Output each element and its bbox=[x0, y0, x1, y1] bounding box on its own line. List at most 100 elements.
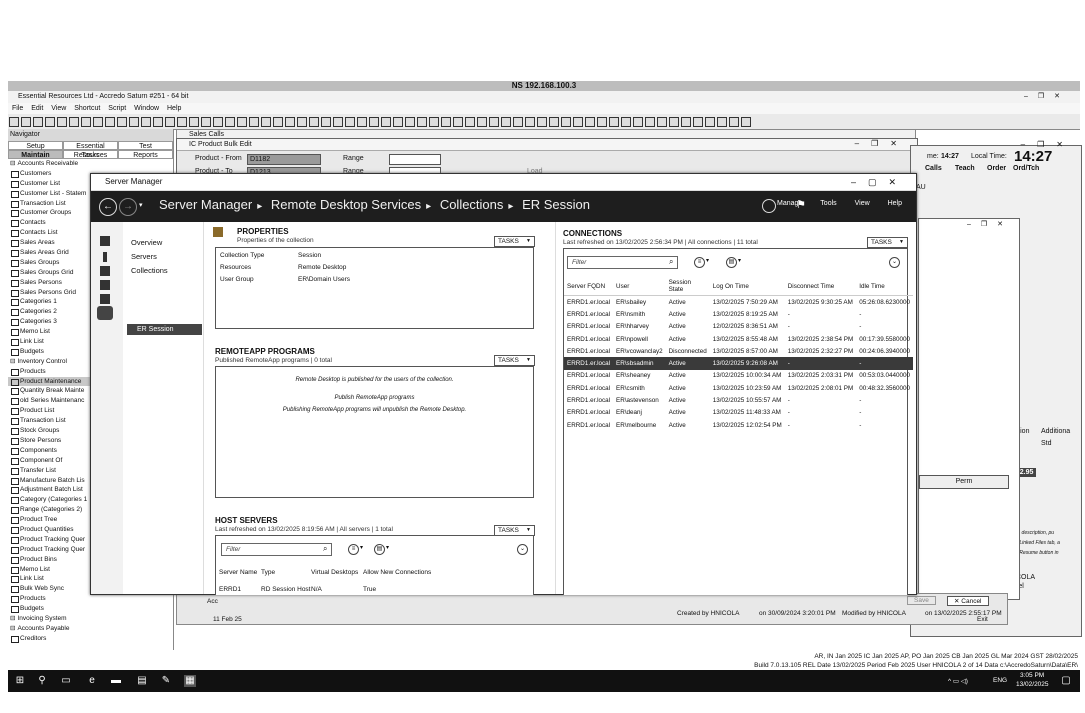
toolbar-button-icon[interactable] bbox=[165, 117, 175, 127]
toolbar-button-icon[interactable] bbox=[213, 117, 223, 127]
inner-window-controls[interactable]: –❐✕ bbox=[967, 220, 1013, 228]
connection-row[interactable]: ERRD1.er.local ER\csmith Active 13/02/2025 … bbox=[564, 382, 913, 394]
col-server-fqdn[interactable]: Server FQDN bbox=[564, 277, 614, 296]
file-explorer-icon[interactable]: ▬ bbox=[110, 675, 122, 687]
toolbar-button-icon[interactable] bbox=[417, 117, 427, 127]
toolbar-button-icon[interactable] bbox=[513, 117, 523, 127]
nav-collections[interactable]: Collections bbox=[131, 266, 168, 275]
toolbar-button-icon[interactable] bbox=[189, 117, 199, 127]
toolbar-button-icon[interactable] bbox=[201, 117, 211, 127]
toolbar-button-icon[interactable] bbox=[285, 117, 295, 127]
toolbar-button-icon[interactable] bbox=[453, 117, 463, 127]
nav-er-session[interactable]: ER Session bbox=[127, 324, 202, 335]
connections-group-dropdown-icon[interactable]: ▾ bbox=[738, 257, 741, 264]
toolbar-button-icon[interactable] bbox=[525, 117, 535, 127]
connections-tasks-button[interactable]: TASKS bbox=[867, 237, 908, 248]
host-group-dropdown-icon[interactable]: ▾ bbox=[386, 544, 389, 551]
toolbar-button-icon[interactable] bbox=[237, 117, 247, 127]
navigator-section[interactable]: Accounts Payable bbox=[8, 624, 173, 634]
toolbar-button-icon[interactable] bbox=[669, 117, 679, 127]
connection-row[interactable]: ERRD1.er.local ER\sbsadmin Active 13/02/202… bbox=[564, 357, 913, 370]
col-disconnect-time[interactable]: Disconnect Time bbox=[784, 277, 857, 296]
breadcrumb-collections[interactable]: Collections bbox=[440, 197, 504, 212]
tab-maintain[interactable]: Maintain bbox=[8, 150, 63, 159]
history-dropdown-icon[interactable]: ▾ bbox=[139, 201, 143, 209]
connections-expand-icon[interactable]: ⌄ bbox=[889, 257, 900, 268]
toolbar-button-icon[interactable] bbox=[609, 117, 619, 127]
toolbar-button-icon[interactable] bbox=[381, 117, 391, 127]
navigator-item[interactable]: Products bbox=[8, 594, 173, 604]
tab-essential-resources[interactable]: Essential Resources bbox=[63, 141, 118, 159]
toolbar-button-icon[interactable] bbox=[33, 117, 43, 127]
bulk-edit-window-controls[interactable]: –❐✕ bbox=[855, 139, 909, 148]
nav-servers[interactable]: Servers bbox=[131, 252, 157, 261]
toolbar-button-icon[interactable] bbox=[537, 117, 547, 127]
range-select[interactable] bbox=[389, 154, 441, 165]
navigator-section[interactable]: Invoicing System bbox=[8, 614, 173, 624]
connection-row[interactable]: ERRD1.er.local ER\vcowanclay2 Disconnected… bbox=[564, 345, 913, 357]
toolbar-button-icon[interactable] bbox=[225, 117, 235, 127]
navigator-section[interactable]: Accounts Receivable bbox=[8, 159, 173, 169]
toolbar-button-icon[interactable] bbox=[129, 117, 139, 127]
server-manager-taskbar-icon[interactable]: ▤ bbox=[136, 675, 148, 687]
toolbar-button-icon[interactable] bbox=[309, 117, 319, 127]
menu-script[interactable]: Script bbox=[108, 105, 126, 112]
toolbar-button-icon[interactable] bbox=[741, 117, 751, 127]
toolbar-button-icon[interactable] bbox=[117, 117, 127, 127]
toolbar-button-icon[interactable] bbox=[633, 117, 643, 127]
save-button[interactable]: Save bbox=[907, 596, 936, 605]
menu-help[interactable]: Help bbox=[167, 105, 181, 112]
connections-search-icon[interactable]: ⌕ bbox=[669, 257, 673, 267]
toolbar-button-icon[interactable] bbox=[729, 117, 739, 127]
toolbar-button-icon[interactable] bbox=[429, 117, 439, 127]
connection-row[interactable]: ERRD1.er.local ER\deanj Active 13/02/2025 1… bbox=[564, 407, 913, 419]
product-from-field[interactable]: D1182 bbox=[247, 154, 321, 165]
remoteapp-tasks-button[interactable]: TASKS bbox=[494, 355, 535, 366]
toolbar-button-icon[interactable] bbox=[657, 117, 667, 127]
menu-tools[interactable]: Tools bbox=[820, 200, 836, 207]
menu-manage[interactable]: Manage bbox=[777, 200, 802, 207]
connections-filter-input[interactable]: Filter bbox=[567, 256, 678, 269]
host-list-options-icon[interactable]: ≡ bbox=[348, 544, 359, 555]
toolbar-button-icon[interactable] bbox=[93, 117, 103, 127]
menu-help[interactable]: Help bbox=[888, 200, 902, 207]
toolbar-button-icon[interactable] bbox=[81, 117, 91, 127]
edge-browser-icon[interactable]: e bbox=[86, 675, 98, 687]
host-col-server-name[interactable]: Server Name bbox=[219, 569, 257, 576]
toolbar-button-icon[interactable] bbox=[345, 117, 355, 127]
forward-icon[interactable]: → bbox=[119, 198, 137, 216]
all-servers-icon[interactable] bbox=[100, 266, 110, 276]
properties-tasks-button[interactable]: TASKS bbox=[494, 236, 535, 247]
toolbar-button-icon[interactable] bbox=[105, 117, 115, 127]
navigator-item[interactable]: Creditors bbox=[8, 634, 173, 644]
search-icon[interactable]: ⚲ bbox=[36, 675, 48, 687]
connection-row[interactable]: ERRD1.er.local ER\nsmith Active 13/02/2025 … bbox=[564, 308, 913, 320]
toolbar-button-icon[interactable] bbox=[177, 117, 187, 127]
host-group-options-icon[interactable]: ▤ bbox=[374, 544, 385, 555]
toolbar-button-icon[interactable] bbox=[141, 117, 151, 127]
menu-edit[interactable]: Edit bbox=[31, 105, 43, 112]
toolbar-button-icon[interactable] bbox=[561, 117, 571, 127]
host-search-icon[interactable]: ⌕ bbox=[323, 544, 327, 554]
toolbar-button-icon[interactable] bbox=[297, 117, 307, 127]
breadcrumb-rds[interactable]: Remote Desktop Services bbox=[271, 197, 421, 212]
file-services-icon[interactable] bbox=[100, 280, 110, 290]
navigator-item[interactable]: Budgets bbox=[8, 604, 173, 614]
toolbar-button-icon[interactable] bbox=[261, 117, 271, 127]
toolbar-button-icon[interactable] bbox=[573, 117, 583, 127]
local-server-icon[interactable] bbox=[103, 252, 107, 262]
menu-window[interactable]: Window bbox=[134, 105, 159, 112]
tab-setup[interactable]: Setup bbox=[8, 141, 63, 150]
toolbar-button-icon[interactable] bbox=[705, 117, 715, 127]
additional-tab[interactable]: Additiona bbox=[1041, 428, 1070, 435]
toolbar-button-icon[interactable] bbox=[249, 117, 259, 127]
connections-list-dropdown-icon[interactable]: ▾ bbox=[706, 257, 709, 264]
publish-remoteapp-link[interactable]: Publish RemoteApp programs bbox=[216, 395, 533, 401]
toolbar-button-icon[interactable] bbox=[645, 117, 655, 127]
task-view-icon[interactable]: ▭ bbox=[60, 675, 72, 687]
toolbar-button-icon[interactable] bbox=[489, 117, 499, 127]
connection-row[interactable]: ERRD1.er.local ER\melbourne Active 13/02/20… bbox=[564, 419, 913, 431]
host-col-allow-new[interactable]: Allow New Connections bbox=[363, 569, 431, 576]
toolbar-button-icon[interactable] bbox=[441, 117, 451, 127]
host-col-virtual-desktops[interactable]: Virtual Desktops bbox=[311, 569, 358, 576]
